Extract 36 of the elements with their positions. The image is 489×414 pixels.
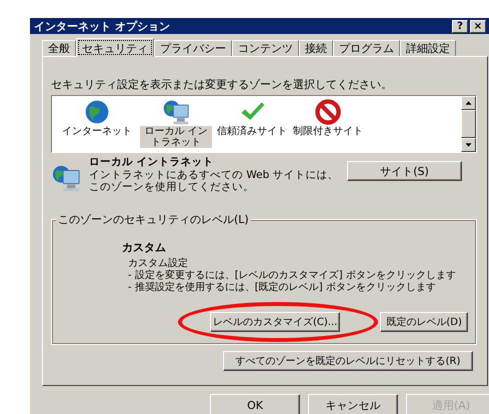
zone-item[interactable]: ローカル イントラネット bbox=[140, 126, 212, 148]
title-bar-button[interactable]: ? bbox=[452, 20, 468, 32]
level-description: カスタム設定 bbox=[128, 258, 189, 270]
level-description: - 推奨設定を使用するには、[既定のレベル] ボタンをクリックします bbox=[128, 282, 437, 294]
zone-prompt: セキュリティ設定を表示または変更するゾーンを選択してください。 bbox=[51, 77, 393, 92]
tab[interactable]: プログラム bbox=[333, 40, 400, 56]
no-entry-icon[interactable] bbox=[314, 98, 342, 126]
scroll-down-icon[interactable] bbox=[461, 138, 476, 152]
level-name: カスタム bbox=[122, 240, 167, 255]
globe-icon[interactable] bbox=[83, 98, 111, 126]
zone-item[interactable]: 信頼済みサイト bbox=[216, 126, 288, 137]
dialog-button[interactable]: キャンセル bbox=[308, 394, 398, 414]
zone-description: イントラネットにあるすべての Web サイトには、このゾーンを使用してください。 bbox=[89, 169, 339, 193]
level-button[interactable]: 既定のレベル(D) bbox=[380, 312, 468, 332]
sites-button[interactable]: サイト(S) bbox=[347, 161, 462, 181]
tab[interactable]: コンテンツ bbox=[232, 40, 299, 56]
tab[interactable]: セキュリティ bbox=[76, 38, 154, 57]
tab[interactable]: 接続 bbox=[299, 40, 333, 56]
scroll-up-icon[interactable] bbox=[461, 96, 476, 110]
zone-title: ローカル イントラネット bbox=[89, 155, 215, 169]
zone-item[interactable]: インターネット bbox=[61, 126, 133, 137]
reset-button[interactable]: すべてのゾーンを既定のレベルにリセットする(R) bbox=[223, 351, 473, 371]
group-title: このゾーンのセキュリティのレベル(L) bbox=[56, 212, 251, 227]
level-description: - 設定を変更するには、[レベルのカスタマイズ] ボタンをクリックします bbox=[128, 270, 457, 282]
tab[interactable]: プライバシー bbox=[154, 40, 232, 56]
globe-monitor-icon bbox=[51, 163, 81, 193]
window-title: インターネット オプション bbox=[34, 18, 170, 34]
level-button[interactable]: レベルのカスタマイズ(C)... bbox=[210, 312, 340, 332]
zone-item[interactable]: 制限付きサイト bbox=[292, 126, 364, 137]
dialog-button[interactable]: OK bbox=[210, 394, 300, 414]
globe-monitor-icon[interactable] bbox=[162, 98, 190, 126]
title-bar-button[interactable]: × bbox=[470, 20, 486, 32]
tab[interactable]: 詳細設定 bbox=[400, 40, 456, 56]
scrollbar[interactable] bbox=[461, 96, 476, 152]
tab[interactable]: 全般 bbox=[42, 40, 76, 56]
scroll-thumb[interactable] bbox=[461, 110, 476, 138]
